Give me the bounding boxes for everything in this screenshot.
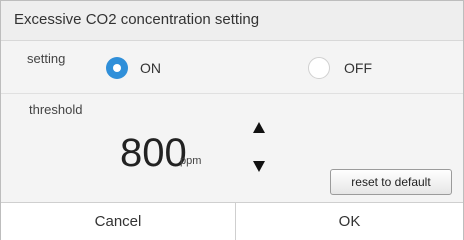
title-bar: Excessive CO2 concentration setting bbox=[1, 1, 463, 41]
radio-on-selected-icon[interactable] bbox=[106, 57, 128, 79]
threshold-value: 800 bbox=[120, 131, 187, 175]
threshold-unit: ppm bbox=[180, 155, 202, 167]
reset-button-label: reset to default bbox=[351, 175, 431, 189]
setting-row: setting ON OFF bbox=[1, 41, 463, 94]
dialog-title: Excessive CO2 concentration setting bbox=[14, 11, 260, 28]
threshold-label: threshold bbox=[29, 102, 83, 117]
ok-button[interactable]: OK bbox=[236, 203, 463, 240]
co2-setting-dialog: Excessive CO2 concentration setting sett… bbox=[0, 0, 464, 240]
setting-label: setting bbox=[27, 51, 66, 66]
cancel-button-label: Cancel bbox=[94, 213, 142, 230]
ok-button-label: OK bbox=[338, 213, 361, 230]
cancel-button[interactable]: Cancel bbox=[1, 203, 236, 240]
radio-off-unselected-icon[interactable] bbox=[308, 57, 330, 79]
footer: Cancel OK bbox=[1, 202, 463, 240]
arrow-up-icon[interactable] bbox=[253, 122, 265, 133]
arrow-down-icon[interactable] bbox=[253, 161, 265, 172]
radio-on-label[interactable]: ON bbox=[140, 60, 161, 76]
radio-off-label[interactable]: OFF bbox=[344, 60, 372, 76]
reset-to-default-button[interactable]: reset to default bbox=[330, 169, 452, 195]
threshold-row: threshold 800 ppm reset to default bbox=[1, 94, 463, 202]
